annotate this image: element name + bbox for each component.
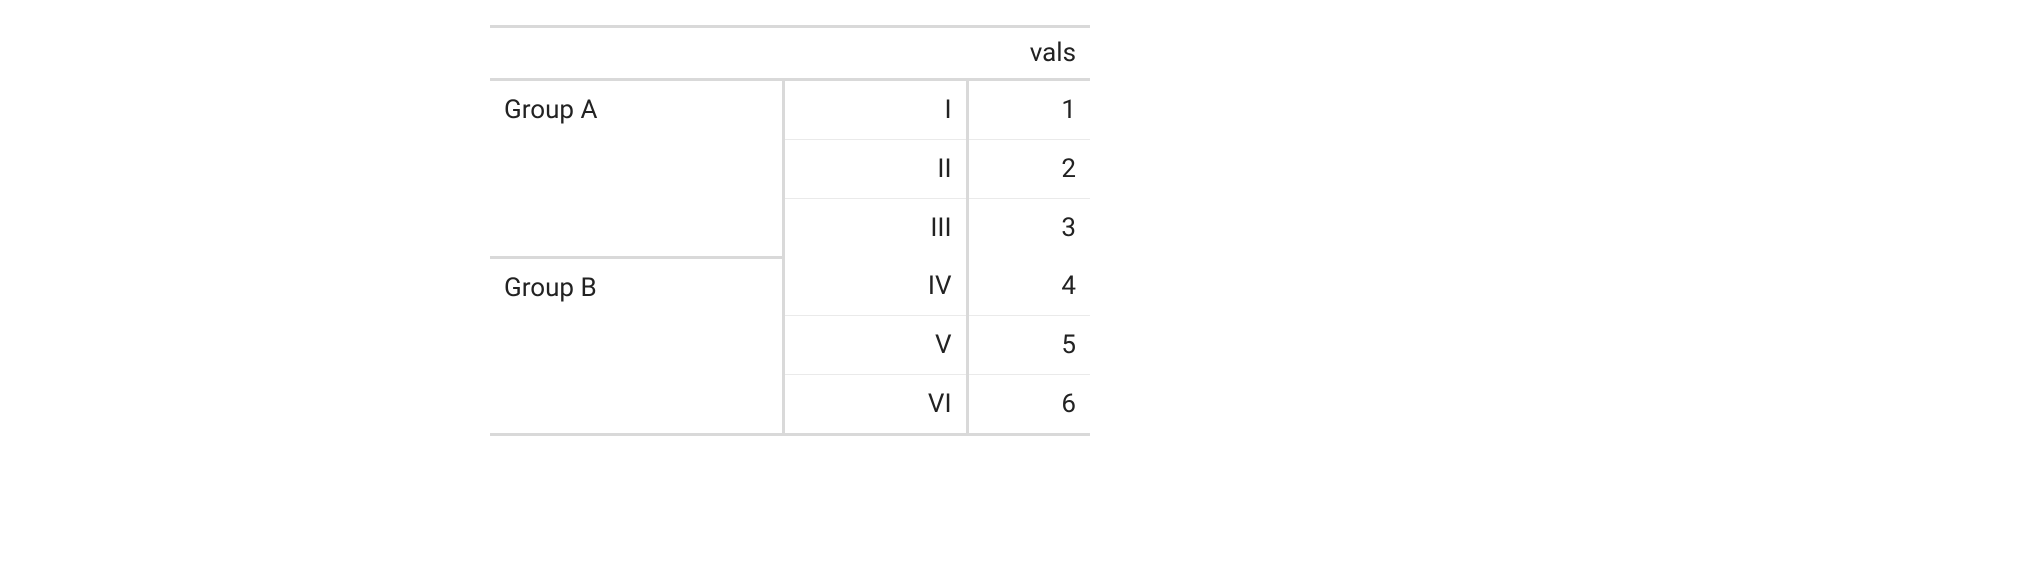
table-header-row: vals <box>490 27 1090 80</box>
col-header-blank-2 <box>783 27 967 80</box>
col-header-vals: vals <box>967 27 1090 80</box>
group-label: Group A <box>490 80 783 258</box>
value-cell: 5 <box>967 316 1090 375</box>
subindex-cell: I <box>783 80 967 140</box>
group-label: Group B <box>490 257 783 435</box>
subindex-cell: III <box>783 199 967 258</box>
data-table: vals Group A I 1 II 2 III 3 Group B IV 4… <box>490 25 1090 436</box>
subindex-cell: V <box>783 316 967 375</box>
subindex-cell: II <box>783 140 967 199</box>
value-cell: 6 <box>967 375 1090 435</box>
subindex-cell: IV <box>783 257 967 316</box>
value-cell: 1 <box>967 80 1090 140</box>
subindex-cell: VI <box>783 375 967 435</box>
value-cell: 3 <box>967 199 1090 258</box>
table-row: Group A I 1 <box>490 80 1090 140</box>
table-row: Group B IV 4 <box>490 257 1090 316</box>
value-cell: 4 <box>967 257 1090 316</box>
col-header-blank-1 <box>490 27 783 80</box>
value-cell: 2 <box>967 140 1090 199</box>
